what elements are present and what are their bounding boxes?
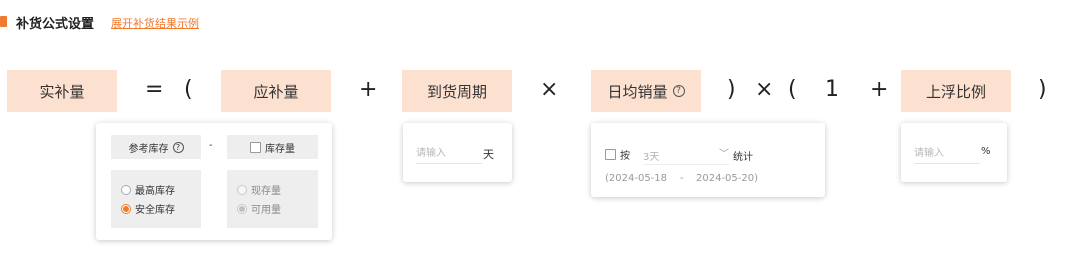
chevron-down-icon[interactable]: ﹀: [719, 145, 729, 160]
by-period-checkbox-row[interactable]: 按: [605, 147, 630, 162]
arrival-cycle-block[interactable]: 到货周期: [402, 70, 512, 112]
stock-qty-options: 现存量 可用量: [227, 170, 318, 228]
float-ratio-card: 请输入 %: [901, 123, 1007, 182]
arrival-days-input[interactable]: 请输入: [416, 145, 482, 164]
open-paren-2: (: [788, 77, 797, 102]
date-separator: -: [680, 173, 684, 184]
number-one: 1: [825, 77, 839, 102]
page-title: 补货公式设置: [16, 17, 95, 32]
option-label: 最高库存: [135, 186, 175, 197]
expand-example-link[interactable]: 展开补货结果示例: [111, 15, 199, 31]
checkbox-icon[interactable]: [605, 149, 616, 160]
daily-sales-block[interactable]: 日均销量 ?: [591, 70, 701, 112]
radio-icon: [237, 184, 247, 195]
plus-sign-2: +: [870, 77, 889, 102]
option-safety-stock[interactable]: 安全库存: [121, 201, 175, 216]
arrival-cycle-label: 到货周期: [426, 82, 487, 101]
times-sign-2: ×: [755, 77, 774, 102]
result-term-block: 实补量: [7, 70, 117, 112]
header-marker-icon: [0, 16, 7, 27]
radio-icon[interactable]: [121, 203, 131, 214]
stock-qty-label: 库存量: [265, 143, 295, 155]
result-term-label: 实补量: [39, 82, 85, 101]
stock-qty-button[interactable]: 库存量: [227, 135, 318, 159]
open-paren: (: [184, 77, 193, 102]
plus-sign: +: [359, 77, 378, 102]
daily-sales-card: 按 3天 ﹀ 统计 (2024-05-18 - 2024-05-20): [591, 123, 825, 197]
close-paren-2: ): [1038, 77, 1047, 102]
close-paren: ): [727, 77, 736, 102]
minus-sign: -: [209, 140, 213, 151]
radio-icon: [237, 203, 247, 214]
daily-sales-label: 日均销量: [607, 82, 668, 101]
percent-unit: %: [981, 146, 991, 157]
arrival-cycle-card: 请输入 天: [403, 123, 512, 182]
option-max-stock[interactable]: 最高库存: [121, 182, 175, 197]
float-ratio-input[interactable]: 请输入: [914, 145, 980, 164]
times-sign: ×: [540, 77, 559, 102]
stat-label: 统计: [733, 152, 753, 163]
period-value: 3天: [643, 152, 660, 163]
float-ratio-label: 上浮比例: [925, 82, 986, 101]
period-select[interactable]: 3天: [643, 148, 729, 165]
replenish-term-block[interactable]: 应补量: [221, 70, 331, 112]
help-icon[interactable]: ?: [172, 141, 184, 153]
help-icon[interactable]: ?: [672, 85, 685, 97]
equals-sign: =: [145, 77, 164, 102]
option-on-hand: 现存量: [237, 182, 281, 197]
option-label: 安全库存: [135, 205, 175, 216]
replenish-term-label: 应补量: [253, 82, 299, 101]
date-start: (2024-05-18: [605, 173, 668, 184]
replenish-config-card: 参考库存 ? - 库存量 最高库存 安全库存 现存量 可用量: [96, 123, 332, 240]
by-label: 按: [620, 151, 630, 162]
option-available: 可用量: [237, 201, 281, 216]
checkbox-icon[interactable]: [250, 141, 261, 153]
option-label: 可用量: [251, 205, 281, 216]
ref-stock-button[interactable]: 参考库存 ?: [111, 135, 201, 159]
option-label: 现存量: [251, 186, 281, 197]
date-end: 2024-05-20): [696, 173, 759, 184]
radio-icon[interactable]: [121, 184, 131, 195]
float-ratio-block[interactable]: 上浮比例: [901, 70, 1011, 112]
arrival-days-unit: 天: [483, 148, 494, 161]
ref-stock-options: 最高库存 安全库存: [111, 170, 201, 228]
ref-stock-label: 参考库存: [128, 143, 169, 155]
